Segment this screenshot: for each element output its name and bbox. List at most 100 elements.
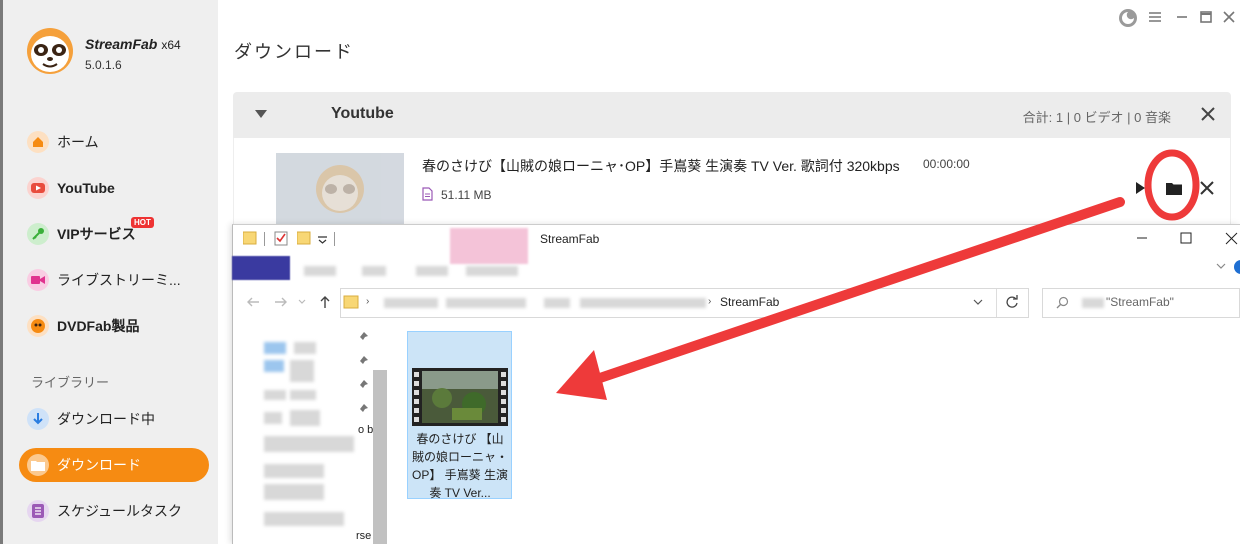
ribbon-file-tab[interactable] — [232, 256, 290, 280]
nav-item[interactable] — [264, 412, 282, 424]
sidebar-item-downloading[interactable]: ダウンロード中 — [19, 402, 209, 436]
address-dropdown-icon[interactable] — [973, 299, 983, 306]
nav-item-fragment: rse — [356, 530, 372, 542]
home-icon — [27, 131, 49, 153]
explorer-window-title: StreamFab — [540, 232, 600, 246]
breadcrumb-item[interactable] — [544, 298, 570, 308]
explorer-minimize-icon[interactable] — [1136, 232, 1148, 244]
sidebar-item-label: YouTube — [57, 180, 115, 196]
sidebar-item-vip[interactable]: VIPサービス HOT — [19, 217, 209, 251]
sidebar-item-home[interactable]: ホーム — [19, 125, 209, 159]
collapse-chevron-icon[interactable] — [255, 110, 267, 120]
ribbon-tab[interactable] — [466, 266, 518, 276]
sidebar-item-label: ホーム — [57, 134, 99, 150]
nav-item[interactable] — [264, 390, 286, 400]
page-title: ダウンロード — [234, 42, 354, 62]
nav-item[interactable] — [294, 342, 316, 354]
sidebar-item-dvdfab[interactable]: DVDFab製品 — [19, 309, 209, 343]
app-version: 5.0.1.6 — [85, 58, 122, 72]
back-arrow-icon[interactable] — [246, 296, 260, 308]
breadcrumb-separator-icon: › — [366, 296, 370, 307]
breadcrumb-current[interactable]: StreamFab — [720, 295, 779, 309]
video-size: 51.11 MB — [441, 188, 492, 202]
sidebar-item-label: DVDFab製品 — [57, 318, 140, 334]
properties-icon[interactable] — [274, 231, 288, 246]
refresh-icon[interactable] — [1005, 295, 1019, 309]
download-arrow-icon — [27, 408, 49, 430]
nav-item[interactable] — [290, 390, 316, 400]
address-folder-icon — [343, 295, 359, 309]
youtube-icon — [27, 177, 49, 199]
nav-item[interactable] — [264, 342, 286, 354]
hot-badge: HOT — [131, 217, 154, 228]
sidebar: StreamFab x64 5.0.1.6 ホーム YouTube VIPサービス… — [0, 0, 218, 544]
new-folder-icon[interactable] — [297, 231, 311, 245]
pin-icon[interactable] — [360, 356, 368, 364]
video-title: 春のさけび【山賊の娘ローニャ･OP】手嶌葵 生演奏 TV Ver. 歌詞付 32… — [422, 158, 900, 174]
nav-item[interactable] — [264, 360, 284, 372]
customize-dropdown-icon[interactable] — [318, 236, 327, 244]
sidebar-item-youtube[interactable]: YouTube — [19, 171, 209, 205]
nav-item[interactable] — [264, 436, 354, 452]
breadcrumb-separator-icon: › — [708, 296, 712, 307]
folder-icon — [27, 454, 49, 476]
maximize-icon[interactable] — [1199, 10, 1213, 27]
streamfab-logo — [27, 28, 73, 74]
close-group-icon[interactable] — [1201, 107, 1215, 121]
explorer-maximize-icon[interactable] — [1180, 232, 1192, 244]
breadcrumb-item[interactable] — [384, 298, 438, 308]
delete-item-icon[interactable] — [1200, 181, 1214, 195]
live-camera-icon — [27, 269, 49, 291]
nav-item[interactable] — [290, 410, 320, 426]
search-placeholder: "StreamFab" — [1106, 295, 1174, 309]
ribbon-tab[interactable] — [304, 266, 336, 276]
open-folder-icon[interactable] — [1166, 181, 1182, 195]
breadcrumb-item[interactable] — [580, 298, 706, 308]
nav-item[interactable] — [264, 484, 324, 500]
video-file-name: 春のさけび 【山賊の娘ローニャ・OP】 手嶌葵 生演奏 TV Ver... — [412, 432, 509, 500]
separator — [996, 289, 997, 317]
search-icon — [1056, 296, 1069, 309]
breadcrumb-item[interactable] — [446, 298, 526, 308]
ribbon-tab[interactable] — [416, 266, 448, 276]
nav-item[interactable] — [264, 464, 324, 478]
blurred-tab — [450, 228, 528, 264]
library-heading: ライブラリー — [31, 375, 110, 390]
menu-icon[interactable] — [1148, 10, 1162, 27]
video-duration: 00:00:00 — [923, 157, 970, 171]
pin-icon[interactable] — [360, 332, 368, 340]
sidebar-item-schedule[interactable]: スケジュールタスク — [19, 494, 209, 528]
recent-dropdown-icon[interactable] — [298, 299, 306, 305]
separator — [334, 232, 335, 246]
ribbon-expand-icon[interactable] — [1216, 262, 1226, 270]
help-icon[interactable] — [1234, 260, 1240, 274]
nav-item[interactable] — [264, 512, 344, 526]
video-file-thumbnail — [412, 368, 508, 426]
sidebar-item-label: ライブストリーミ... — [57, 272, 181, 288]
separator — [264, 232, 265, 246]
download-group-header: Youtube 合計: 1 | 0 ビデオ | 0 音楽 — [233, 92, 1231, 138]
pin-icon[interactable] — [360, 404, 368, 412]
pin-icon[interactable] — [360, 380, 368, 388]
sidebar-item-downloaded[interactable]: ダウンロード — [19, 448, 209, 482]
sidebar-item-label: ダウンロード — [57, 457, 141, 473]
close-window-icon[interactable] — [1222, 10, 1236, 27]
nav-scrollbar[interactable] — [373, 370, 387, 544]
sidebar-item-live[interactable]: ライブストリーミ... — [19, 263, 209, 297]
explorer-close-icon[interactable] — [1225, 232, 1238, 245]
play-icon[interactable] — [1134, 181, 1146, 195]
group-source-label: Youtube — [331, 105, 394, 122]
schedule-icon — [27, 500, 49, 522]
group-summary: 合計: 1 | 0 ビデオ | 0 音楽 — [1022, 110, 1171, 125]
forward-arrow-icon[interactable] — [274, 296, 288, 308]
file-icon — [422, 187, 433, 201]
minimize-icon[interactable] — [1175, 10, 1189, 27]
sidebar-item-label: ダウンロード中 — [57, 411, 155, 427]
folder-quick-icon — [243, 231, 257, 245]
sidebar-item-label: スケジュールタスク — [57, 503, 183, 519]
video-thumbnail — [276, 153, 404, 225]
up-arrow-icon[interactable] — [319, 295, 331, 309]
ribbon-tab[interactable] — [362, 266, 386, 276]
theme-icon[interactable] — [1118, 8, 1138, 31]
nav-item[interactable] — [290, 360, 314, 382]
